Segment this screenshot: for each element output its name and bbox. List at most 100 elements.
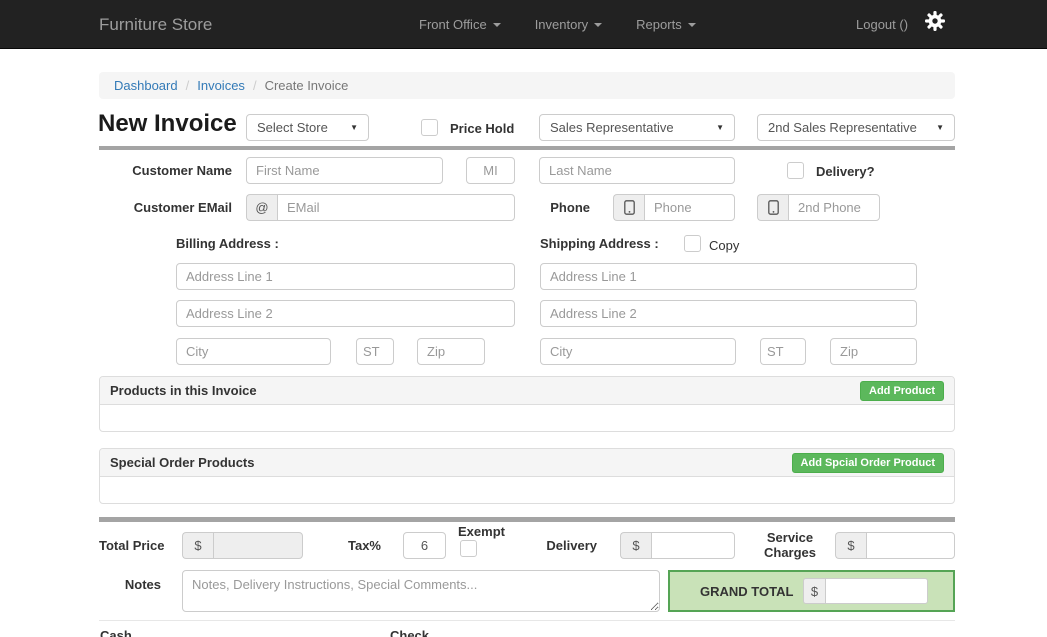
nav-item-inventory-label: Inventory [535, 17, 588, 32]
caret-down-icon [493, 23, 501, 27]
sales-rep-select-value: Sales Representative [550, 120, 674, 135]
notes-label: Notes [99, 577, 161, 592]
phone-icon [757, 194, 788, 221]
cash-label: Cash [100, 628, 132, 637]
nav-item-reports-label: Reports [636, 17, 682, 32]
currency-addon: $ [835, 532, 866, 559]
billing-address-line1-input[interactable] [176, 263, 515, 290]
delivery-checkbox[interactable] [787, 162, 804, 179]
totals-divider [99, 517, 955, 522]
service-charges-input[interactable] [866, 532, 955, 559]
delivery-amount-group: $ [620, 532, 735, 559]
select-arrow-icon: ▼ [716, 123, 724, 132]
shipping-zip-input[interactable] [830, 338, 917, 365]
products-panel-header: Products in this Invoice Add Product [100, 377, 954, 405]
breadcrumb-separator: / [186, 78, 190, 93]
billing-address-label: Billing Address : [176, 236, 279, 251]
special-order-panel-title: Special Order Products [110, 455, 255, 470]
header-divider [99, 146, 955, 150]
delivery-amount-input[interactable] [651, 532, 735, 559]
select-arrow-icon: ▼ [350, 123, 358, 132]
last-name-input[interactable] [539, 157, 735, 184]
shipping-address-line1-input[interactable] [540, 263, 917, 290]
breadcrumb-link-dashboard[interactable]: Dashboard [114, 78, 178, 93]
nav-item-front-office[interactable]: Front Office [419, 17, 501, 32]
email-at-addon: @ [246, 194, 277, 221]
add-special-order-product-button[interactable]: Add Spcial Order Product [792, 453, 944, 473]
copy-address-checkbox[interactable] [684, 235, 701, 252]
grand-total-input[interactable] [825, 578, 928, 604]
logout-link[interactable]: Logout () [856, 0, 908, 49]
shipping-city-input[interactable] [540, 338, 736, 365]
products-panel-body [100, 405, 954, 431]
shipping-state-input[interactable] [760, 338, 806, 365]
check-label: Check [390, 628, 429, 637]
currency-addon: $ [620, 532, 651, 559]
create-invoice-page: Furniture Store Front Office Inventory R… [0, 0, 1047, 637]
delivery-label: Delivery? [816, 164, 875, 179]
settings-gear-icon[interactable] [925, 11, 945, 31]
caret-down-icon [594, 23, 602, 27]
exempt-label: Exempt [458, 524, 505, 539]
customer-name-label: Customer Name [99, 163, 232, 178]
total-price-input [213, 532, 303, 559]
customer-email-label: Customer EMail [99, 200, 232, 215]
billing-state-input[interactable] [356, 338, 394, 365]
add-product-button[interactable]: Add Product [860, 381, 944, 401]
second-phone-input[interactable] [788, 194, 880, 221]
exempt-checkbox[interactable] [460, 540, 477, 557]
breadcrumb-separator: / [253, 78, 257, 93]
delivery-amount-label: Delivery [537, 538, 597, 553]
service-charges-group: $ [835, 532, 955, 559]
nav-item-reports[interactable]: Reports [636, 17, 696, 32]
second-sales-rep-select-value: 2nd Sales Representative [768, 120, 917, 135]
service-charges-label: Service Charges [760, 530, 820, 560]
page-title: New Invoice [98, 110, 237, 138]
second-sales-rep-select[interactable]: 2nd Sales Representative ▼ [757, 114, 955, 141]
shipping-address-line2-input[interactable] [540, 300, 917, 327]
store-select[interactable]: Select Store ▼ [246, 114, 369, 141]
grand-total-group: $ [803, 578, 928, 604]
price-hold-label: Price Hold [450, 121, 514, 136]
billing-zip-input[interactable] [417, 338, 485, 365]
first-name-input[interactable] [246, 157, 443, 184]
total-price-group: $ [182, 532, 303, 559]
breadcrumb-current: Create Invoice [265, 78, 349, 93]
currency-addon: $ [182, 532, 213, 559]
breadcrumb: Dashboard / Invoices / Create Invoice [99, 72, 955, 99]
phone-label: Phone [510, 200, 590, 215]
sales-rep-select[interactable]: Sales Representative ▼ [539, 114, 735, 141]
special-order-panel: Special Order Products Add Spcial Order … [99, 448, 955, 504]
store-select-value: Select Store [257, 120, 328, 135]
billing-city-input[interactable] [176, 338, 331, 365]
nav-item-inventory[interactable]: Inventory [535, 17, 602, 32]
top-navbar: Furniture Store Front Office Inventory R… [0, 0, 1047, 49]
billing-address-line2-input[interactable] [176, 300, 515, 327]
email-input[interactable] [277, 194, 515, 221]
grand-total-box: GRAND TOTAL $ [668, 570, 955, 612]
phone-icon [613, 194, 644, 221]
second-phone-input-group [757, 194, 880, 221]
phone-input-group [613, 194, 735, 221]
copy-label: Copy [709, 238, 739, 253]
products-panel-title: Products in this Invoice [110, 383, 257, 398]
special-order-panel-header: Special Order Products Add Spcial Order … [100, 449, 954, 477]
select-arrow-icon: ▼ [936, 123, 944, 132]
navbar-menu: Front Office Inventory Reports [419, 0, 696, 49]
tax-label: Tax% [321, 538, 381, 553]
total-price-label: Total Price [99, 538, 161, 553]
price-hold-checkbox[interactable] [421, 119, 438, 136]
nav-item-front-office-label: Front Office [419, 17, 487, 32]
phone-input[interactable] [644, 194, 735, 221]
caret-down-icon [688, 23, 696, 27]
breadcrumb-link-invoices[interactable]: Invoices [197, 78, 245, 93]
navbar-brand[interactable]: Furniture Store [99, 0, 212, 49]
products-panel: Products in this Invoice Add Product [99, 376, 955, 432]
payment-divider [99, 620, 955, 621]
shipping-address-label: Shipping Address : [540, 236, 659, 251]
special-order-panel-body [100, 477, 954, 503]
email-input-group: @ [246, 194, 515, 221]
tax-input[interactable] [403, 532, 446, 559]
mi-input[interactable] [466, 157, 515, 184]
notes-textarea[interactable] [182, 570, 660, 612]
